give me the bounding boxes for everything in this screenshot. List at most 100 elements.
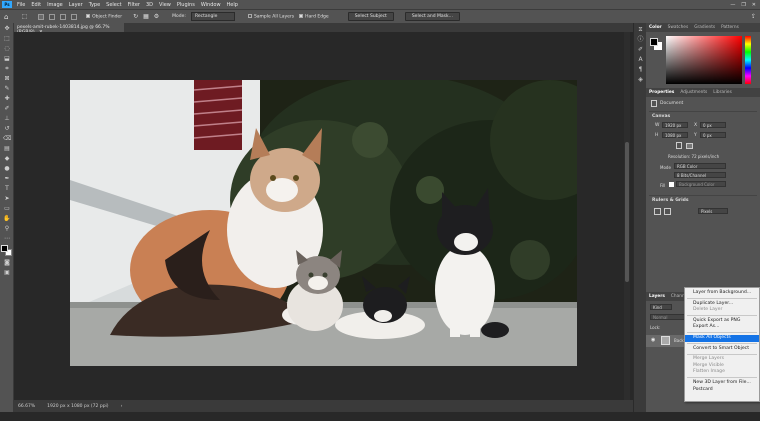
blur-tool-icon[interactable]: ◆ xyxy=(3,155,11,163)
character-panel-icon[interactable]: A xyxy=(637,56,644,63)
tab-patterns[interactable]: Patterns xyxy=(718,25,742,30)
mode-select[interactable]: RGB Color xyxy=(674,163,726,169)
object-selection-tool-icon[interactable]: ⬚ xyxy=(21,13,27,20)
subtract-selection-icon[interactable] xyxy=(60,13,67,20)
color-field[interactable] xyxy=(666,36,742,84)
intersect-selection-icon[interactable] xyxy=(71,13,78,20)
glyph-panel-icon[interactable]: ◈ xyxy=(637,76,644,83)
info-panel-icon[interactable]: ⓘ xyxy=(637,36,644,43)
hand-tool-icon[interactable]: ✋ xyxy=(3,215,11,223)
y-field[interactable]: 0 px xyxy=(700,132,726,138)
restore-icon[interactable]: ❐ xyxy=(741,2,745,8)
context-menu-item[interactable]: Mask All Objects xyxy=(685,334,759,342)
context-menu-item[interactable]: New 3D Layer from File... xyxy=(685,380,759,387)
eraser-tool-icon[interactable]: ⌫ xyxy=(3,135,11,143)
marquee-tool-icon[interactable]: ⬚ xyxy=(3,35,11,43)
select-subject-button[interactable]: Select Subject xyxy=(347,12,394,21)
fill-swatch[interactable] xyxy=(669,182,674,187)
tab-layers[interactable]: Layers xyxy=(646,294,668,299)
menu-help[interactable]: Help xyxy=(224,2,241,8)
layer-filter-kind[interactable]: Kind xyxy=(650,304,672,310)
paragraph-panel-icon[interactable]: ¶ xyxy=(637,66,644,73)
orientation-portrait-icon[interactable] xyxy=(676,142,682,149)
context-menu-item[interactable]: Export As... xyxy=(685,324,759,331)
scrollbar-thumb[interactable] xyxy=(625,142,629,282)
menu-3d[interactable]: 3D xyxy=(143,2,156,8)
menu-layer[interactable]: Layer xyxy=(66,2,86,8)
path-selection-tool-icon[interactable]: ➤ xyxy=(3,195,11,203)
brush-tool-icon[interactable]: ✐ xyxy=(3,105,11,113)
ruler-icon[interactable] xyxy=(654,208,661,215)
settings-icon[interactable]: ⚙ xyxy=(154,13,159,20)
frame-tool-icon[interactable]: ⊠ xyxy=(3,75,11,83)
menu-type[interactable]: Type xyxy=(86,2,103,8)
x-field[interactable]: 0 px xyxy=(700,122,726,128)
menu-view[interactable]: View xyxy=(156,2,174,8)
context-menu-item[interactable]: Convert to Smart Object xyxy=(685,346,759,353)
fg-color-chip[interactable] xyxy=(650,38,658,46)
vertical-scrollbar[interactable] xyxy=(624,32,630,400)
mode-select[interactable]: Rectangle xyxy=(190,12,235,21)
width-field[interactable]: 1920 px xyxy=(662,122,688,128)
tab-libraries[interactable]: Libraries xyxy=(710,90,735,95)
new-selection-icon[interactable] xyxy=(38,13,45,20)
zoom-level[interactable]: 66.67% xyxy=(18,404,35,409)
dodge-tool-icon[interactable]: ● xyxy=(3,165,11,173)
object-selection-tool-icon[interactable]: ⬓ xyxy=(3,55,11,63)
zoom-tool-icon[interactable]: ⚲ xyxy=(3,225,11,233)
context-menu-item[interactable]: Postcard xyxy=(685,387,759,394)
select-and-mask-button[interactable]: Select and Mask... xyxy=(404,12,460,21)
minimize-icon[interactable]: — xyxy=(730,2,735,8)
pen-tool-icon[interactable]: ✒ xyxy=(3,175,11,183)
units-select[interactable]: Pixels xyxy=(698,208,728,214)
close-icon[interactable]: ✕ xyxy=(752,2,756,8)
history-brush-tool-icon[interactable]: ↺ xyxy=(3,125,11,133)
visibility-eye-icon[interactable]: ◉ xyxy=(651,337,655,343)
history-panel-icon[interactable]: ⧖ xyxy=(637,26,644,33)
screen-mode-icon[interactable]: ▣ xyxy=(3,269,11,277)
home-icon[interactable]: ⌂ xyxy=(4,13,8,21)
menu-select[interactable]: Select xyxy=(103,2,124,8)
refresh-icon[interactable]: ↻ xyxy=(133,13,138,20)
show-objects-icon[interactable]: ▦ xyxy=(143,13,149,20)
foreground-color-swatch[interactable] xyxy=(1,245,8,252)
crop-tool-icon[interactable]: ⌗ xyxy=(3,65,11,73)
status-arrow-icon[interactable]: › xyxy=(121,404,123,409)
hard-edge-toggle[interactable]: Hard Edge xyxy=(299,13,329,19)
document-tab[interactable]: pexels-amit-rubek-1403814.jpg @ 66.7% (R… xyxy=(14,23,124,35)
object-finder-checkbox[interactable] xyxy=(86,13,91,18)
menu-image[interactable]: Image xyxy=(44,2,66,8)
photoshop-logo[interactable]: Ps xyxy=(2,1,12,8)
sample-all-layers-toggle[interactable]: Sample All Layers xyxy=(247,13,294,19)
brush-panel-icon[interactable]: ✐ xyxy=(637,46,644,53)
tab-properties[interactable]: Properties xyxy=(646,90,677,95)
hard-edge-checkbox[interactable] xyxy=(299,13,304,18)
healing-brush-tool-icon[interactable]: ✚ xyxy=(3,95,11,103)
more-tools-icon[interactable]: ⋯ xyxy=(3,235,11,243)
sample-all-layers-checkbox[interactable] xyxy=(247,13,252,18)
clone-stamp-tool-icon[interactable]: ⊥ xyxy=(3,115,11,123)
menu-window[interactable]: Window xyxy=(198,2,224,8)
context-menu-item[interactable]: Layer from Background... xyxy=(685,290,759,297)
grid-icon[interactable] xyxy=(664,208,671,215)
rectangle-tool-icon[interactable]: ▭ xyxy=(3,205,11,213)
menu-filter[interactable]: Filter xyxy=(125,2,143,8)
lasso-tool-icon[interactable]: ◌ xyxy=(3,45,11,53)
object-finder-toggle[interactable]: Object Finder xyxy=(86,13,122,19)
menu-plugins[interactable]: Plugins xyxy=(174,2,198,8)
move-tool-icon[interactable]: ✥ xyxy=(3,25,11,33)
tab-adjustments[interactable]: Adjustments xyxy=(677,90,710,95)
type-tool-icon[interactable]: T xyxy=(3,185,11,193)
eyedropper-tool-icon[interactable]: ✎ xyxy=(3,85,11,93)
fill-select[interactable]: Background Color xyxy=(676,181,726,187)
add-selection-icon[interactable] xyxy=(49,13,56,20)
height-field[interactable]: 1080 px xyxy=(662,132,688,138)
tab-swatches[interactable]: Swatches xyxy=(665,25,692,30)
menu-edit[interactable]: Edit xyxy=(28,2,44,8)
color-swatches[interactable] xyxy=(1,245,13,257)
bit-depth-select[interactable]: 8 Bits/Channel xyxy=(674,172,726,178)
quick-mask-icon[interactable]: ◙ xyxy=(3,259,11,267)
hue-slider[interactable] xyxy=(745,36,751,84)
share-icon[interactable]: ⇪ xyxy=(751,13,760,20)
document-size[interactable]: 1920 px x 1080 px (72 ppi) xyxy=(47,404,108,409)
